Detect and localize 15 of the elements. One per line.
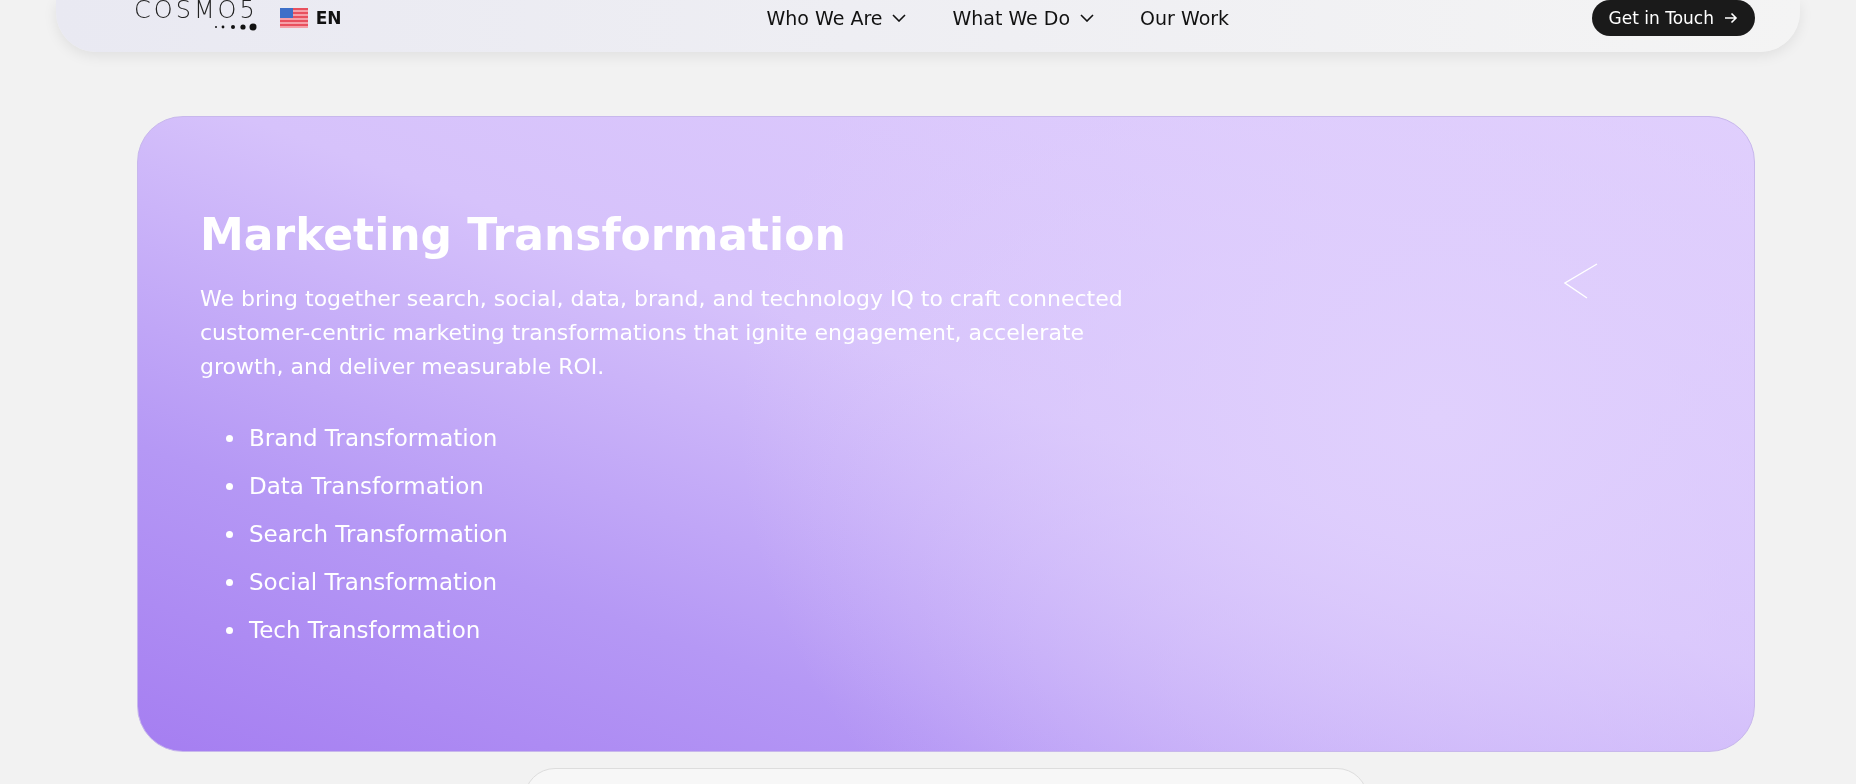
list-item: Social Transformation [226,558,1200,606]
arrow-right-icon [1724,11,1738,25]
hero-title: Marketing Transformation [200,209,847,260]
nav-link[interactable]: Who We Are [766,7,907,29]
get-in-touch-button[interactable]: Get in Touch [1591,0,1755,36]
flag-icon [279,8,308,28]
list-item: Tech Transformation [226,606,1200,654]
nav-link[interactable]: Our Work [1140,7,1230,29]
list-item: Brand Transformation [226,414,1200,462]
language-selector[interactable]: EN [279,8,342,28]
list-item: Search Transformation [226,510,1200,558]
nav-link[interactable]: What We Do [952,7,1095,29]
chevron-left-icon[interactable] [1564,263,1598,299]
logo[interactable]: COSMO5 [134,0,258,32]
list-item: Data Transformation [226,462,1200,510]
